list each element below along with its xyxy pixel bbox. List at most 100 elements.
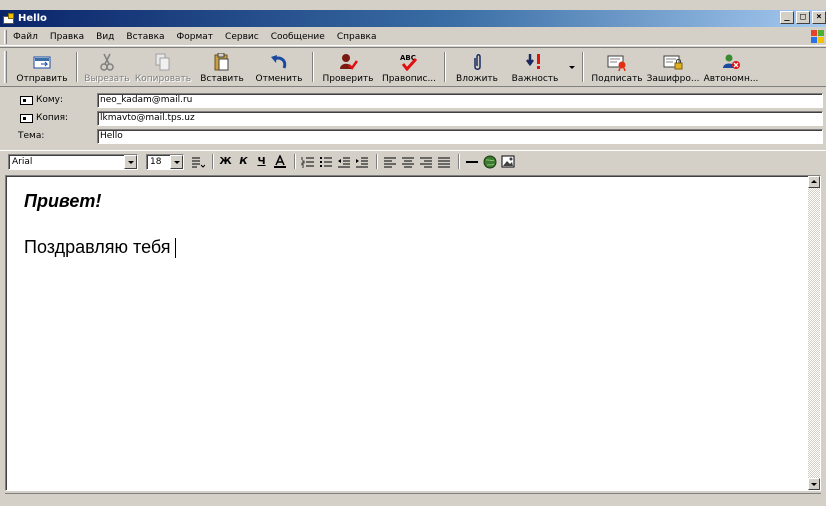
- format-separator: [212, 154, 214, 169]
- menu-bar: Файл Правка Вид Вставка Формат Сервис Со…: [0, 28, 826, 46]
- address-book-icon: [20, 95, 33, 105]
- numbered-list-icon: [301, 156, 314, 167]
- picture-icon: [501, 155, 514, 168]
- cc-label[interactable]: Копия:: [0, 113, 95, 123]
- toolbar-grip[interactable]: [4, 51, 7, 83]
- bullet-list-icon: [319, 156, 332, 167]
- insert-picture-button[interactable]: [500, 154, 515, 170]
- encrypt-button[interactable]: Зашифро...: [646, 48, 700, 86]
- subject-row: Тема: Hello: [0, 128, 826, 144]
- chevron-down-icon[interactable]: [170, 154, 183, 169]
- spelling-icon: ABC: [398, 52, 420, 72]
- copy-icon: [155, 52, 171, 72]
- cc-field[interactable]: lkmavto@mail.tps.uz: [97, 110, 823, 126]
- message-body[interactable]: Привет! Поздравляю тебя: [5, 175, 821, 491]
- toolbar-separator: [444, 52, 446, 82]
- align-center-icon: [401, 157, 414, 167]
- title-bar: Hello _ □ ×: [0, 10, 826, 27]
- check-names-button[interactable]: Проверить: [318, 48, 378, 86]
- address-book-icon: [20, 113, 33, 123]
- bullet-list-button[interactable]: [318, 154, 333, 170]
- paste-icon: [214, 52, 230, 72]
- windows-logo-icon: [810, 29, 824, 43]
- font-color-icon: [273, 154, 286, 168]
- to-label[interactable]: Кому:: [0, 95, 95, 105]
- increase-indent-button[interactable]: [354, 154, 369, 170]
- menu-file[interactable]: Файл: [11, 31, 40, 43]
- decrease-indent-icon: [337, 157, 350, 167]
- maximize-button[interactable]: □: [796, 11, 810, 24]
- attach-button[interactable]: Вложить: [450, 48, 504, 86]
- font-color-button[interactable]: [272, 154, 287, 170]
- menu-help[interactable]: Справка: [335, 31, 379, 43]
- font-select[interactable]: Arial: [8, 153, 138, 170]
- align-left-button[interactable]: [382, 154, 397, 170]
- menu-message[interactable]: Сообщение: [269, 31, 327, 43]
- menu-insert[interactable]: Вставка: [124, 31, 166, 43]
- font-size-select[interactable]: 18: [146, 153, 184, 170]
- menu-view[interactable]: Вид: [94, 31, 116, 43]
- spelling-button[interactable]: ABC Правопис...: [378, 48, 440, 86]
- horizontal-line-icon: [465, 160, 478, 163]
- window-title: Hello: [18, 13, 47, 24]
- to-field[interactable]: neo_kadam@mail.ru: [97, 92, 823, 108]
- format-separator: [376, 154, 378, 169]
- bold-button[interactable]: Ж: [218, 154, 233, 170]
- cut-button[interactable]: Вырезать: [82, 48, 132, 86]
- toolbar-separator: [76, 52, 78, 82]
- send-icon: [33, 52, 51, 72]
- paperclip-icon: [471, 52, 483, 72]
- paste-button[interactable]: Вставить: [194, 48, 250, 86]
- insert-link-button[interactable]: [482, 154, 497, 170]
- align-center-button[interactable]: [400, 154, 415, 170]
- chevron-down-icon[interactable]: [124, 154, 137, 169]
- undo-icon: [269, 52, 289, 72]
- increase-indent-icon: [355, 157, 368, 167]
- format-separator: [458, 154, 460, 169]
- priority-button[interactable]: Важность: [504, 48, 566, 86]
- menu-edit[interactable]: Правка: [48, 31, 86, 43]
- scroll-down-button[interactable]: [808, 478, 820, 490]
- offline-icon: [720, 52, 742, 72]
- priority-dropdown[interactable]: [566, 48, 578, 86]
- format-separator: [294, 154, 296, 169]
- align-left-icon: [383, 157, 396, 167]
- main-toolbar: Отправить Вырезать Копировать Вставить О…: [0, 47, 826, 87]
- numbered-list-button[interactable]: [300, 154, 315, 170]
- menu-format[interactable]: Формат: [175, 31, 216, 43]
- status-bar: [5, 493, 821, 506]
- scissors-icon: [99, 52, 115, 72]
- check-names-icon: [338, 52, 358, 72]
- italic-button[interactable]: К: [236, 154, 251, 170]
- encrypt-icon: [663, 52, 683, 72]
- subject-field[interactable]: Hello: [97, 128, 823, 144]
- paragraph-style-icon: [191, 157, 205, 168]
- justify-button[interactable]: [436, 154, 451, 170]
- greeting-text: Привет!: [24, 191, 102, 211]
- undo-button[interactable]: Отменить: [250, 48, 308, 86]
- body-text-line: Поздравляю тебя: [24, 237, 176, 259]
- to-row: Кому: neo_kadam@mail.ru: [0, 92, 826, 108]
- send-button[interactable]: Отправить: [12, 48, 72, 86]
- close-button[interactable]: ×: [812, 11, 826, 24]
- justify-icon: [437, 157, 450, 167]
- paragraph-style-button[interactable]: [190, 154, 205, 170]
- menu-grip[interactable]: [4, 29, 7, 44]
- align-right-button[interactable]: [418, 154, 433, 170]
- cc-row: Копия: lkmavto@mail.tps.uz: [0, 110, 826, 126]
- chevron-down-icon: [569, 66, 575, 69]
- decrease-indent-button[interactable]: [336, 154, 351, 170]
- scroll-up-button[interactable]: [808, 176, 820, 188]
- horizontal-line-button[interactable]: [464, 154, 479, 170]
- vertical-scrollbar[interactable]: [808, 176, 820, 490]
- toolbar-separator: [582, 52, 584, 82]
- offline-button[interactable]: Автономн...: [700, 48, 762, 86]
- menu-tools[interactable]: Сервис: [223, 31, 261, 43]
- sign-button[interactable]: Подписать: [588, 48, 646, 86]
- align-right-icon: [419, 157, 432, 167]
- minimize-button[interactable]: _: [780, 11, 794, 24]
- priority-icon: [525, 52, 545, 72]
- text-caret: [174, 238, 176, 259]
- copy-button[interactable]: Копировать: [132, 48, 194, 86]
- underline-button[interactable]: Ч: [254, 154, 269, 170]
